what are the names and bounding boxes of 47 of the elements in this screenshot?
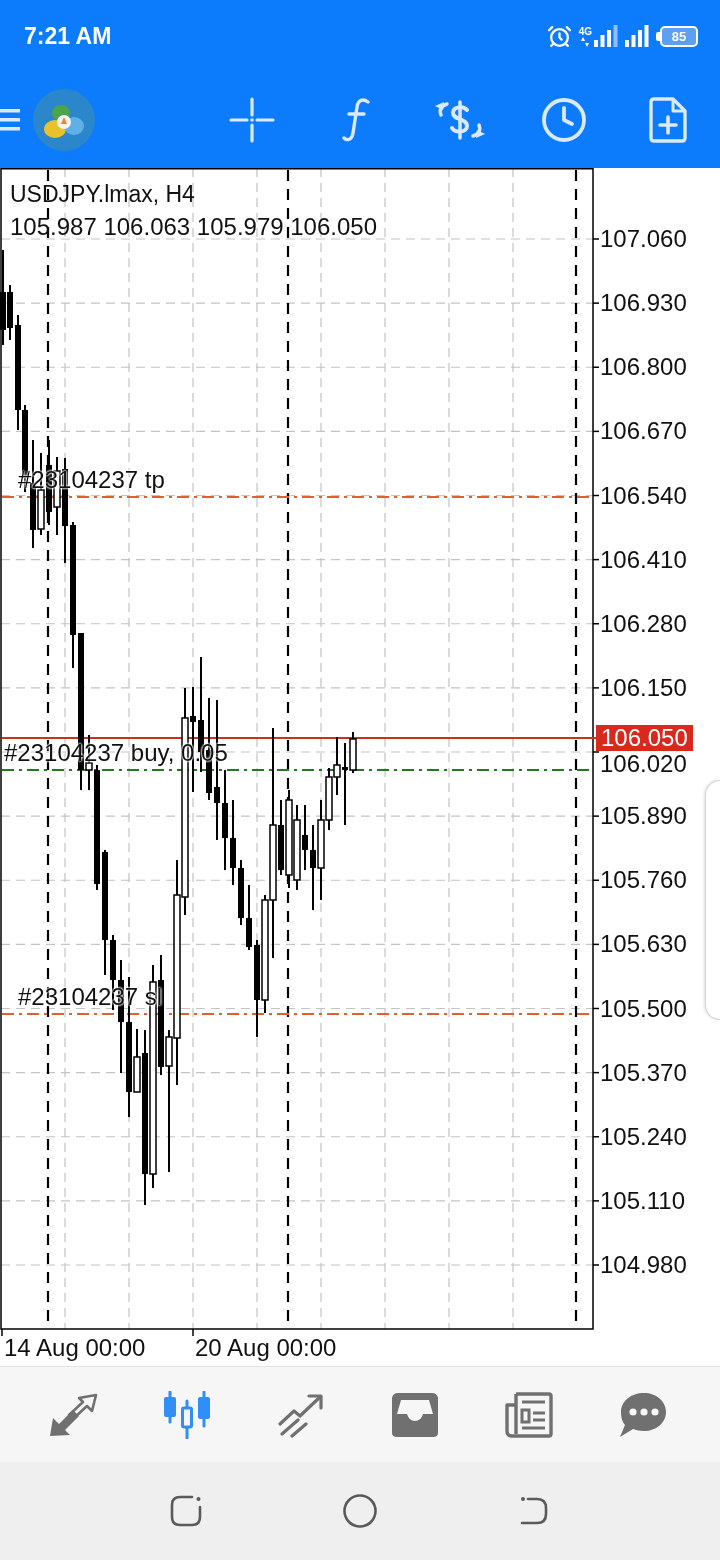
price-axis-label: 105.370	[600, 1060, 687, 1085]
price-axis-label: 105.890	[600, 804, 687, 829]
candlestick-icon	[161, 1390, 213, 1439]
battery-percentage: 85	[660, 25, 698, 47]
function-icon[interactable]	[342, 98, 370, 142]
newspaper-icon	[504, 1390, 554, 1439]
currency-exchange-icon[interactable]	[433, 98, 487, 142]
recent-apps-icon[interactable]	[170, 1495, 202, 1527]
price-axis-label: 106.150	[600, 675, 687, 700]
document-plus-icon[interactable]	[649, 97, 687, 143]
clock-icon[interactable]	[540, 96, 588, 144]
time-axis-label: 20 Aug 00:00	[195, 1336, 337, 1360]
price-axis-label: 106.280	[600, 611, 687, 636]
inbox-tray-icon	[390, 1391, 440, 1438]
diagonal-arrows-icon	[47, 1391, 99, 1438]
current-price-label: 106.050	[596, 725, 693, 751]
back-icon[interactable]	[520, 1495, 548, 1527]
price-axis-label: 105.760	[600, 868, 687, 893]
ohlc-values: 105.987 106.063 105.979 106.050	[10, 215, 378, 239]
price-axis-label: 106.540	[600, 483, 687, 508]
crosshair-icon[interactable]	[229, 97, 275, 143]
price-axis-label: 106.800	[600, 355, 687, 380]
price-axis-label: 105.630	[600, 932, 687, 957]
candle	[238, 859, 244, 926]
candle	[246, 884, 252, 951]
side-panel-handle[interactable]	[705, 780, 720, 1020]
network-type-label: 4G	[578, 27, 592, 37]
price-axis-label: 106.020	[600, 752, 687, 776]
menu-icon[interactable]	[0, 109, 20, 131]
home-icon[interactable]	[343, 1494, 377, 1528]
price-axis-label: 105.110	[600, 1188, 685, 1213]
price-axis-label: 106.930	[600, 291, 687, 316]
clock-time: 7:21 AM	[24, 24, 112, 48]
alarm-clock-icon	[546, 23, 572, 49]
signal-bars-icon	[594, 25, 618, 47]
time-axis-label: 14 Aug 00:00	[4, 1336, 146, 1360]
price-axis-label: 106.410	[600, 547, 687, 572]
chat-bubble-icon	[618, 1390, 668, 1439]
signal-bars-icon	[625, 25, 649, 47]
price-axis-label: 104.980	[600, 1253, 687, 1277]
price-axis-label: 106.670	[600, 419, 687, 444]
app-logo-icon[interactable]	[33, 89, 95, 151]
price-axis-label: 105.240	[600, 1124, 687, 1149]
trend-arrow-icon	[276, 1391, 326, 1438]
price-axis-label: 105.500	[600, 996, 687, 1021]
price-axis-label: 107.060	[600, 227, 687, 251]
data-arrows-icon	[581, 37, 590, 47]
